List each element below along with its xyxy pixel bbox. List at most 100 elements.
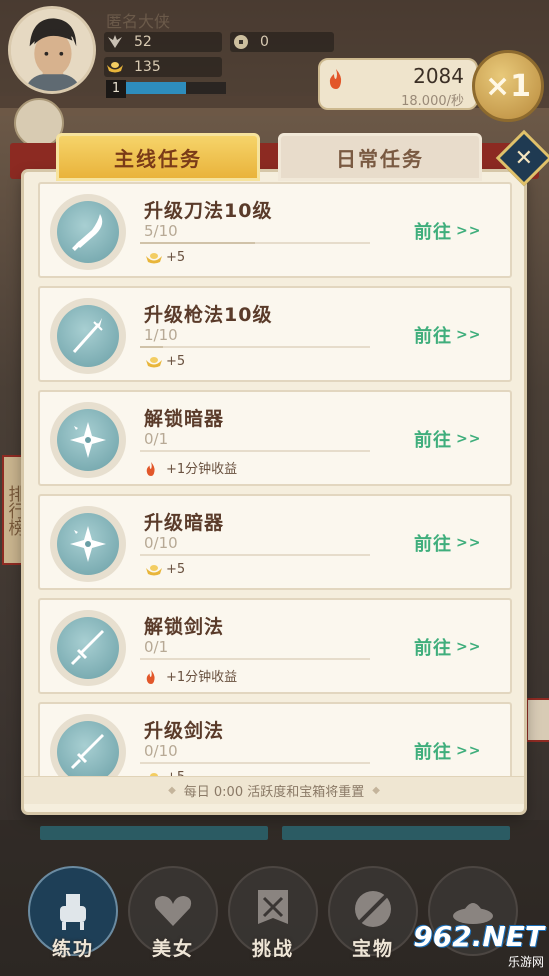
task-reward: +5 xyxy=(144,354,185,369)
exp-bar xyxy=(126,82,226,94)
task-reward-text: +5 xyxy=(166,562,186,577)
task-progress-fill xyxy=(140,242,255,244)
shield-sword-icon xyxy=(348,884,398,938)
wings-icon xyxy=(106,33,124,51)
double-chevron-icon: >> xyxy=(456,639,482,655)
double-chevron-icon: >> xyxy=(456,327,482,343)
shuriken-icon xyxy=(50,402,126,478)
ingot-icon xyxy=(144,563,164,577)
go-button[interactable]: 前往 >> xyxy=(414,634,481,660)
task-progress-bar xyxy=(140,346,370,348)
task-title: 升级枪法10级 xyxy=(144,304,273,326)
coin-stat: 0 xyxy=(230,32,334,52)
ingot-stat: 135 xyxy=(104,57,222,77)
fame-stat: 52 xyxy=(104,32,222,52)
task-reward-text: +1分钟收益 xyxy=(166,462,238,477)
fire-icon xyxy=(144,461,164,476)
tab-daily-quests[interactable]: 日常任务 xyxy=(278,133,482,181)
nav-item-label: 挑战 xyxy=(251,938,294,960)
task-reward: +1分钟收益 xyxy=(144,458,237,477)
go-button[interactable]: 前往 >> xyxy=(414,426,481,452)
site-watermark: 962.NET 乐游网 xyxy=(412,920,544,972)
income-rate: 18.000/秒 xyxy=(401,94,464,109)
fire-icon xyxy=(329,69,342,89)
go-button-label: 前往 xyxy=(414,430,452,451)
close-icon: ✕ xyxy=(514,145,534,171)
fire-icon xyxy=(144,669,164,684)
sword-icon xyxy=(50,714,126,776)
sword-icon xyxy=(50,610,126,686)
task-card: 解锁剑法 0/1 +1分钟收益 前往 >> xyxy=(38,598,512,694)
task-card: 升级暗器 0/10 +5 前往 >> xyxy=(38,494,512,590)
side-card[interactable] xyxy=(526,698,549,742)
reset-notice: ◆ 每日 0:00 活跃度和宝箱将重置 ◆ xyxy=(24,776,524,804)
go-button-label: 前往 xyxy=(414,326,452,347)
task-progress-bar xyxy=(140,658,370,660)
player-name: 匿名大侠 xyxy=(106,12,171,31)
task-progress-bar xyxy=(140,554,370,556)
task-card: 升级剑法 0/10 +5 前往 >> xyxy=(38,702,512,776)
go-button[interactable]: 前往 >> xyxy=(414,218,481,244)
task-card: 解锁暗器 0/1 +1分钟收益 前往 >> xyxy=(38,390,512,486)
saber-icon xyxy=(50,194,126,270)
task-card: 升级枪法10级 1/10 +5 前往 >> xyxy=(38,286,512,382)
task-card: 升级刀法10级 5/10 +5 前往 >> xyxy=(38,182,512,278)
task-progress: 1/10 xyxy=(144,326,178,344)
watermark-sub: 乐游网 xyxy=(507,955,544,969)
ingot-value: 135 xyxy=(134,59,161,75)
task-title: 解锁剑法 xyxy=(144,616,225,638)
task-progress: 0/10 xyxy=(144,534,178,552)
heart-icon xyxy=(148,884,198,938)
task-title: 解锁暗器 xyxy=(144,408,225,430)
go-button[interactable]: 前往 >> xyxy=(414,738,481,764)
double-chevron-icon: >> xyxy=(456,431,482,447)
ingot-icon xyxy=(144,251,164,265)
task-reward: +5 xyxy=(144,250,185,265)
task-progress-bar xyxy=(140,762,370,764)
coin-value: 0 xyxy=(260,34,269,50)
ingot-icon xyxy=(144,355,164,369)
nav-item-label: 宝物 xyxy=(351,938,394,960)
nav-item-label: 美女 xyxy=(151,938,194,960)
task-progress: 0/1 xyxy=(144,638,169,656)
task-progress: 5/10 xyxy=(144,222,178,240)
income-panel: 2084 18.000/秒 xyxy=(318,58,478,110)
go-button-label: 前往 xyxy=(414,638,452,659)
double-chevron-icon: >> xyxy=(456,223,482,239)
cauldron-icon xyxy=(48,884,98,938)
multiplier-button[interactable]: ×1 xyxy=(472,50,544,122)
task-progress-bar xyxy=(140,450,370,452)
task-title: 升级刀法10级 xyxy=(144,200,273,222)
go-button[interactable]: 前往 >> xyxy=(414,530,481,556)
reset-notice-text: 每日 0:00 活跃度和宝箱将重置 xyxy=(183,785,365,800)
task-list[interactable]: 升级刀法10级 5/10 +5 前往 >> 升级枪法10级 1/10 +5 前往… xyxy=(38,182,512,776)
nav-item-label: 练功 xyxy=(51,938,94,960)
level-badge: 1 xyxy=(106,80,126,98)
task-reward: +5 xyxy=(144,562,185,577)
bottom-slot-bar xyxy=(282,826,510,840)
task-progress: 0/10 xyxy=(144,742,178,760)
coin-icon xyxy=(232,33,250,51)
tab-main-quests[interactable]: 主线任务 xyxy=(56,133,260,181)
task-reward-text: +5 xyxy=(166,250,186,265)
avatar[interactable] xyxy=(8,6,96,94)
task-title: 升级暗器 xyxy=(144,512,225,534)
income-value: 2084 xyxy=(413,64,464,88)
go-button[interactable]: 前往 >> xyxy=(414,322,481,348)
fame-value: 52 xyxy=(134,34,152,50)
bottom-slot-bar xyxy=(40,826,268,840)
shuriken-icon xyxy=(50,506,126,582)
task-reward-text: +5 xyxy=(166,354,186,369)
avatar-portrait-icon xyxy=(11,9,93,91)
task-progress: 0/1 xyxy=(144,430,169,448)
task-reward: +1分钟收益 xyxy=(144,666,237,685)
exp-bar-fill xyxy=(126,82,186,94)
task-title: 升级剑法 xyxy=(144,720,225,742)
task-reward-text: +1分钟收益 xyxy=(166,670,238,685)
double-chevron-icon: >> xyxy=(456,743,482,759)
double-chevron-icon: >> xyxy=(456,535,482,551)
crossed-swords-banner-icon xyxy=(248,884,298,938)
go-button-label: 前往 xyxy=(414,222,452,243)
task-progress-bar xyxy=(140,242,370,244)
task-progress-fill xyxy=(140,346,163,348)
